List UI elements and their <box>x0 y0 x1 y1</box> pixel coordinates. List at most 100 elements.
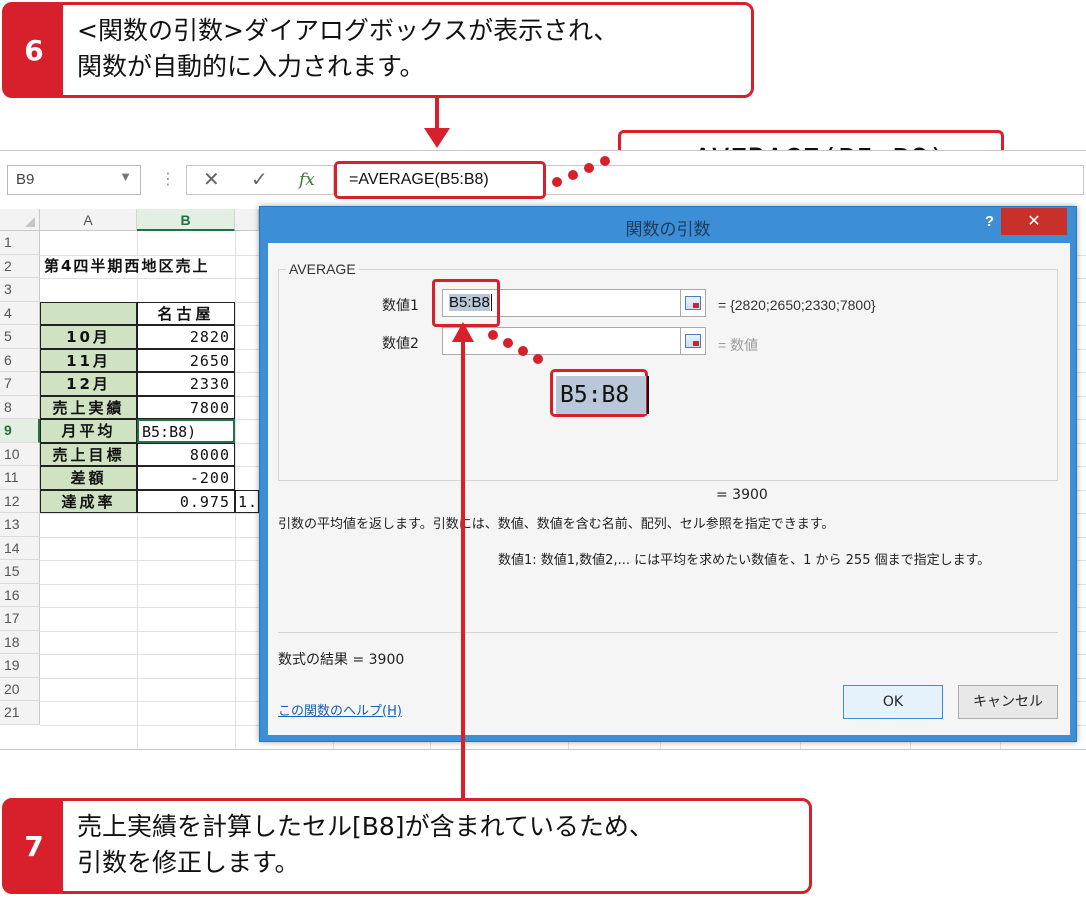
callout-step-7: 7 売上実績を計算したセル[B8]が含まれているため、 引数を修正します。 <box>2 798 812 894</box>
row-header[interactable]: 12 <box>0 489 40 513</box>
ref-select-icon <box>685 334 701 348</box>
ok-button[interactable]: OK <box>843 685 943 719</box>
arg1-zoom-callout: B5:B8 <box>550 369 649 417</box>
row-header[interactable]: 3 <box>0 278 40 302</box>
connector-dot <box>600 156 610 166</box>
row-header[interactable]: 1 <box>0 231 40 255</box>
cell-a4[interactable] <box>40 301 137 325</box>
callout-6-line1: <関数の引数>ダイアログボックスが表示され、 <box>77 16 619 45</box>
column-header-c[interactable] <box>235 209 259 231</box>
cancel-button[interactable]: キャンセル <box>958 685 1058 719</box>
cell-c12[interactable]: 1. <box>235 489 259 513</box>
result-line: = 3900 <box>716 487 768 503</box>
arrow-down-line <box>435 98 439 130</box>
formula-bar: B9 ▼ ⋮ ✕ ✓ fx =AVERAGE(B5:B8) <box>0 151 1086 207</box>
row-label-cell[interactable]: 11月 <box>40 348 137 372</box>
row-label-cell[interactable]: 12月 <box>40 372 137 396</box>
row-header[interactable]: 6 <box>0 348 40 372</box>
connector-dot <box>568 170 578 180</box>
dialog-divider <box>278 632 1058 633</box>
cancel-icon[interactable]: ✕ <box>203 167 220 191</box>
row-header[interactable]: 15 <box>0 560 40 584</box>
collapse-dialog-button-2[interactable] <box>680 327 706 355</box>
connector-dot <box>503 338 513 348</box>
connector-dot <box>552 177 562 187</box>
formula-bar-grip-icon: ⋮ <box>160 169 176 188</box>
column-header-b[interactable]: B <box>137 209 235 231</box>
help-link[interactable]: この関数のヘルプ(H) <box>278 700 402 719</box>
value-cell[interactable]: 2330 <box>137 372 235 396</box>
name-box[interactable]: B9 ▼ <box>7 165 141 195</box>
step-number-6: 6 <box>5 5 63 95</box>
arrow-down-head <box>424 128 450 148</box>
function-name: AVERAGE <box>286 261 359 277</box>
insert-function-icon[interactable]: fx <box>299 170 315 190</box>
row-header[interactable]: 8 <box>0 395 40 419</box>
callout-6-line2: 関数が自動的に入力されます。 <box>77 52 425 81</box>
chevron-down-icon[interactable]: ▼ <box>119 169 132 184</box>
text-cursor <box>647 376 649 414</box>
zoom-text: B5:B8 <box>556 376 646 414</box>
row-header[interactable]: 19 <box>0 654 40 678</box>
column-b-header-cell[interactable]: 名古屋 <box>137 301 235 325</box>
dialog-title: 関数の引数 <box>625 220 711 240</box>
row-label-cell[interactable]: 差額 <box>40 466 137 490</box>
row-header[interactable]: 14 <box>0 536 40 560</box>
function-arguments-dialog: 関数の引数 ? ✕ AVERAGE 数値1 B5:B8 = {2820;2650… <box>259 206 1077 742</box>
connector-dot <box>518 346 528 356</box>
arg1-highlight-box <box>432 279 500 327</box>
row-header[interactable]: 16 <box>0 583 40 607</box>
row-header[interactable]: 11 <box>0 466 40 490</box>
callout-7-line2: 引数を修正します。 <box>77 848 300 877</box>
select-all-corner[interactable] <box>0 209 40 231</box>
arg2-input[interactable] <box>442 327 682 355</box>
row-header[interactable]: 20 <box>0 677 40 701</box>
argument-help: 数値1: 数値1,数値2,... には平均を求めたい数値を、1 から 255 個… <box>498 553 991 568</box>
formula-text-highlight[interactable]: =AVERAGE(B5:B8) <box>334 161 546 199</box>
row-header[interactable]: 4 <box>0 301 40 325</box>
sheet-title-cell[interactable]: 第4四半期西地区売上 <box>40 255 260 279</box>
arg1-result: = {2820;2650;2330;7800} <box>718 297 876 313</box>
row-header[interactable]: 5 <box>0 325 40 349</box>
row-label-cell[interactable]: 売上目標 <box>40 442 137 466</box>
arrow-up-head <box>452 322 474 342</box>
callout-step-6: 6 <関数の引数>ダイアログボックスが表示され、 関数が自動的に入力されます。 <box>2 2 754 98</box>
arg1-label: 数値1 <box>382 298 419 314</box>
name-box-value: B9 <box>16 171 35 188</box>
callout-7-text: 売上実績を計算したセル[B8]が含まれているため、 引数を修正します。 <box>77 809 797 881</box>
row-header[interactable]: 18 <box>0 630 40 654</box>
row-label-cell[interactable]: 売上実績 <box>40 395 137 419</box>
row-header[interactable]: 7 <box>0 372 40 396</box>
row-header[interactable]: 21 <box>0 701 40 725</box>
active-cell-b9[interactable]: B5:B8) <box>137 419 235 443</box>
value-cell[interactable]: -200 <box>137 466 235 490</box>
row-label-cell[interactable]: 達成率 <box>40 489 137 513</box>
value-cell[interactable]: 7800 <box>137 395 235 419</box>
column-header-a[interactable]: A <box>40 209 137 231</box>
arg2-label: 数値2 <box>382 336 419 352</box>
value-cell[interactable]: 8000 <box>137 442 235 466</box>
row-header[interactable]: 13 <box>0 513 40 537</box>
formula-result: 数式の結果 = 3900 <box>278 652 405 668</box>
step-number-7: 7 <box>5 801 63 891</box>
callout-6-text: <関数の引数>ダイアログボックスが表示され、 関数が自動的に入力されます。 <box>77 13 739 85</box>
formula-buttons: ✕ ✓ fx <box>186 165 334 195</box>
dialog-body: AVERAGE 数値1 B5:B8 = {2820;2650;2330;7800… <box>268 243 1070 735</box>
help-icon[interactable]: ? <box>985 213 994 230</box>
value-cell[interactable]: 0.975 <box>137 489 235 513</box>
row-header[interactable]: 2 <box>0 254 40 278</box>
connector-dot <box>584 163 594 173</box>
row-header[interactable]: 17 <box>0 607 40 631</box>
collapse-dialog-button-1[interactable] <box>680 289 706 317</box>
value-cell[interactable]: 2650 <box>137 348 235 372</box>
connector-dot <box>533 354 543 364</box>
row-header[interactable]: 10 <box>0 442 40 466</box>
row-label-cell[interactable]: 10月 <box>40 325 137 349</box>
row-header[interactable]: 9 <box>0 419 40 443</box>
value-cell[interactable]: 2820 <box>137 325 235 349</box>
close-button[interactable]: ✕ <box>1001 208 1067 235</box>
ref-select-icon <box>685 296 701 310</box>
arrow-up-line <box>461 340 465 802</box>
enter-check-icon[interactable]: ✓ <box>251 167 268 191</box>
row-label-cell[interactable]: 月平均 <box>40 419 137 443</box>
